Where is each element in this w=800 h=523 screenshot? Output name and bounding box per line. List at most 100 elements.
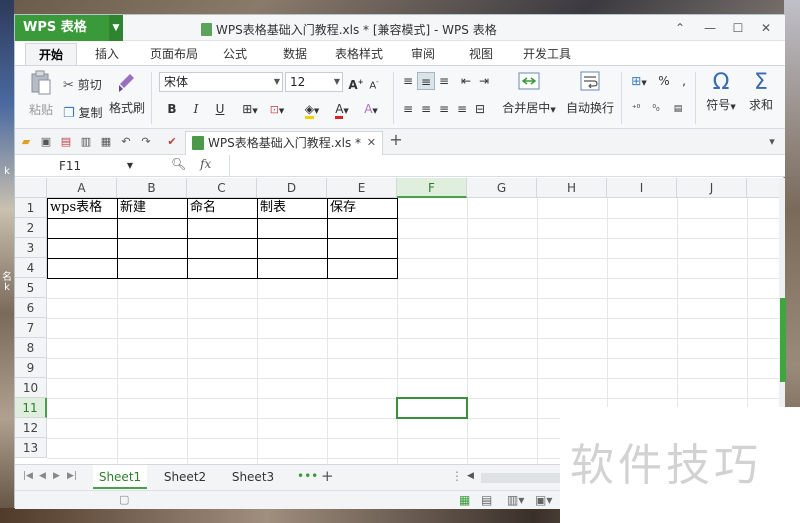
column-header-e[interactable]: E (327, 178, 397, 198)
cell-c1[interactable]: 命名 (188, 198, 216, 218)
row-header[interactable]: 10 (15, 378, 47, 398)
tab-home[interactable]: 开始 (25, 43, 77, 65)
cell-d1[interactable]: 制表 (258, 198, 286, 218)
more-sheets-icon[interactable]: ••• (297, 469, 318, 483)
row-header[interactable]: 6 (15, 298, 47, 318)
last-sheet-icon[interactable]: ▶| (67, 471, 77, 481)
font-color-button[interactable]: A▼ (329, 100, 355, 119)
row-header[interactable]: 4 (15, 258, 47, 278)
layout-view-icon[interactable]: ▥▾ (507, 493, 524, 507)
sheet-tab-sheet3[interactable]: Sheet3 (221, 465, 285, 489)
print-icon[interactable]: ▥ (79, 135, 93, 149)
chevron-down-icon[interactable]: ▼ (109, 15, 123, 41)
row-header[interactable]: 1 (15, 198, 47, 218)
number-format-button[interactable]: ⊞▼ (627, 72, 651, 90)
copy-button[interactable]: ❐ 复制 (63, 104, 103, 121)
font-size-select[interactable]: 12 ▼ (285, 72, 343, 92)
save-icon[interactable]: ▣ (39, 135, 53, 149)
cut-button[interactable]: ✂ 剪切 (63, 76, 102, 93)
clear-format-button[interactable]: A▼ (359, 100, 383, 118)
symbol-button[interactable]: Ω 符号▼ (701, 70, 741, 113)
grow-font-button[interactable]: A+ (347, 73, 365, 92)
cell-e1[interactable]: 保存 (328, 198, 356, 218)
undo-icon[interactable]: ↶ (119, 135, 133, 149)
column-header-g[interactable]: G (467, 178, 537, 198)
format-painter-button[interactable]: 格式刷 (107, 70, 147, 116)
cell-b1[interactable]: 新建 (118, 198, 146, 218)
paste-button[interactable]: 粘贴 (21, 70, 61, 118)
row-header[interactable]: 11 (15, 398, 47, 418)
column-header-k[interactable] (747, 178, 779, 198)
name-box[interactable]: F11 ▼ (21, 157, 135, 175)
export-pdf-icon[interactable]: ▤ (59, 135, 73, 149)
reading-view-icon[interactable]: ▣▾ (535, 493, 552, 507)
decrease-decimal-icon[interactable]: ⁰₀ (647, 100, 665, 118)
zoom-search-icon[interactable]: 🔍︎ (171, 157, 186, 171)
active-cell-f11[interactable] (396, 397, 468, 419)
align-right-icon[interactable]: ≡ (435, 100, 453, 118)
merge-icon[interactable]: ⊡▼ (265, 100, 289, 118)
formula-input[interactable] (229, 155, 785, 177)
fx-icon[interactable]: fx (200, 157, 211, 171)
cell-a1[interactable]: wps表格 (48, 198, 102, 218)
align-middle-icon[interactable]: ≡ (417, 72, 435, 90)
tab-review[interactable]: 审阅 (403, 43, 443, 65)
document-tab[interactable]: WPS表格基础入门教程.xls * ✕ (185, 131, 383, 155)
merge-center-button[interactable]: 合并居中▼ (499, 70, 559, 116)
column-header-c[interactable]: C (187, 178, 257, 198)
decrease-indent-icon[interactable]: ⇤ (457, 72, 475, 90)
sum-button[interactable]: Σ 求和 (745, 70, 777, 113)
tab-splitter[interactable]: ⋮ (451, 469, 463, 483)
percent-button[interactable]: % (655, 72, 673, 90)
redo-icon[interactable]: ↷ (139, 135, 153, 149)
normal-view-icon[interactable]: ▦ (459, 493, 470, 507)
row-header[interactable]: 5 (15, 278, 47, 298)
column-header-f[interactable]: F (397, 178, 467, 198)
align-bottom-icon[interactable]: ≡ (435, 72, 453, 90)
justify-icon[interactable]: ≡ (453, 100, 471, 118)
open-folder-icon[interactable]: ▰ (19, 135, 33, 149)
horizontal-scrollbar[interactable] (481, 473, 561, 483)
shrink-font-button[interactable]: A- (365, 73, 383, 91)
comma-style-icon[interactable]: , (675, 72, 693, 90)
row-header[interactable]: 3 (15, 238, 47, 258)
row-header[interactable]: 12 (15, 418, 47, 438)
sheet-tab-sheet1[interactable]: Sheet1 (93, 465, 147, 489)
close-button[interactable]: ✕ (755, 19, 777, 37)
font-name-select[interactable]: 宋体 ▼ (159, 72, 283, 92)
column-header-h[interactable]: H (537, 178, 607, 198)
first-sheet-icon[interactable]: |◀ (23, 471, 33, 481)
wrap-text-button[interactable]: 自动换行 (563, 70, 617, 116)
new-tab-icon[interactable]: + (389, 132, 403, 148)
row-header[interactable]: 13 (15, 438, 47, 458)
tab-data[interactable]: 数据 (275, 43, 315, 65)
column-header-d[interactable]: D (257, 178, 327, 198)
minimize-button[interactable]: — (699, 19, 721, 37)
tab-page-layout[interactable]: 页面布局 (139, 43, 209, 65)
row-header[interactable]: 2 (15, 218, 47, 238)
tab-developer[interactable]: 开发工具 (517, 43, 577, 65)
scroll-left-icon[interactable]: ◀ (467, 471, 474, 481)
collapse-ribbon-icon[interactable]: ⌃ (669, 19, 691, 37)
align-center-icon[interactable]: ≡ (417, 100, 435, 118)
sheet-tab-sheet2[interactable]: Sheet2 (155, 465, 215, 489)
increase-indent-icon[interactable]: ⇥ (475, 72, 493, 90)
tab-table-style[interactable]: 表格样式 (329, 43, 389, 65)
add-sheet-icon[interactable]: + (321, 467, 334, 485)
bold-button[interactable]: B (163, 100, 181, 118)
customize-toolbar-icon[interactable]: ✔ (165, 135, 179, 149)
app-menu-button[interactable]: WPS 表格 ▼ (15, 15, 123, 41)
tab-formulas[interactable]: 公式 (215, 43, 255, 65)
column-header-a[interactable]: A (47, 178, 117, 198)
italic-button[interactable]: I (187, 100, 205, 118)
align-top-icon[interactable]: ≡ (399, 72, 417, 90)
print-preview-icon[interactable]: ▦ (99, 135, 113, 149)
select-all-corner[interactable] (15, 178, 47, 198)
page-break-view-icon[interactable]: ▤ (481, 493, 492, 507)
fill-color-button[interactable]: ◈▼ (299, 100, 325, 119)
side-panel-handle[interactable] (780, 298, 786, 382)
tab-view[interactable]: 视图 (461, 43, 501, 65)
row-header[interactable]: 8 (15, 338, 47, 358)
close-icon[interactable]: ✕ (367, 132, 376, 154)
column-header-j[interactable]: J (677, 178, 747, 198)
